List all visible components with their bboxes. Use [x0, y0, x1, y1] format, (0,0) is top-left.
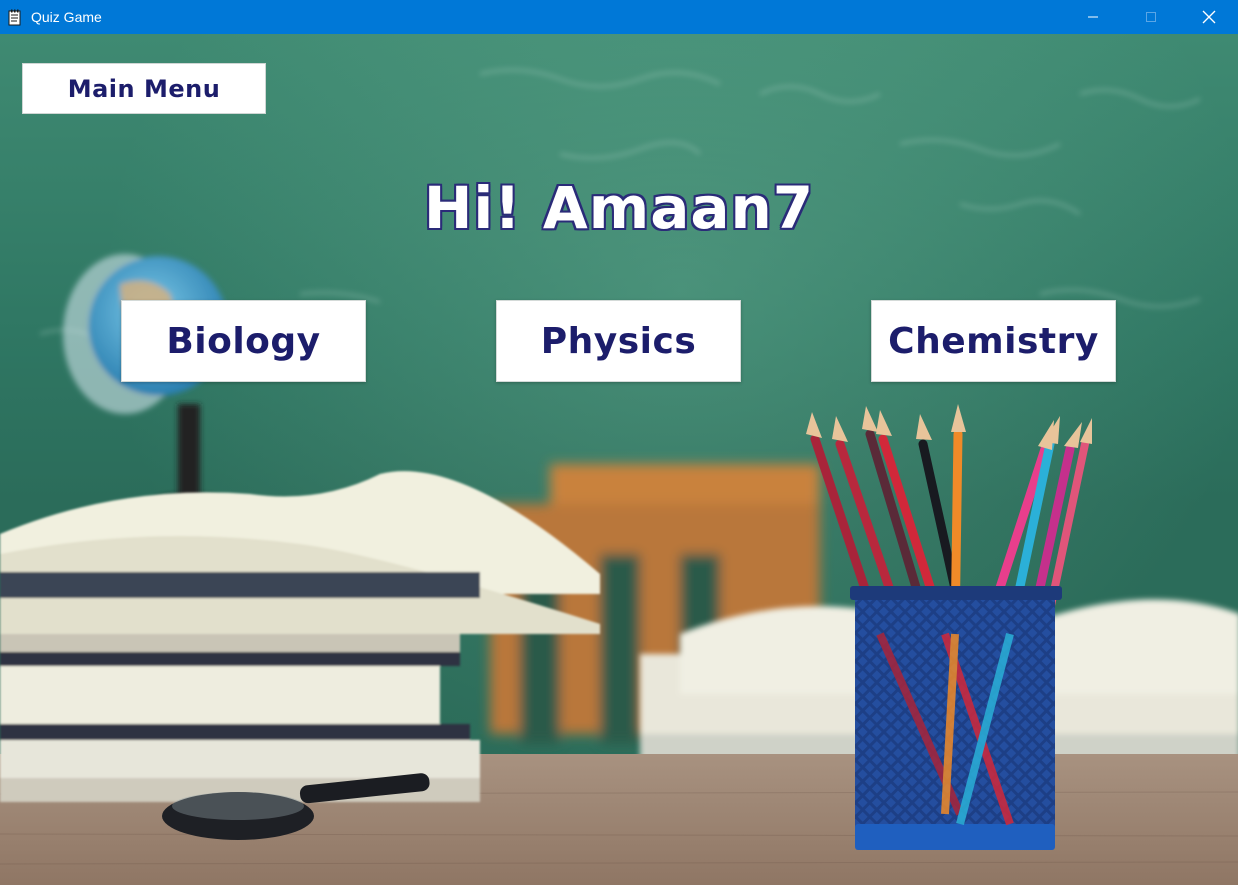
biology-button[interactable]: Biology: [121, 300, 366, 382]
window-title: Quiz Game: [31, 9, 102, 25]
window-controls: [1064, 0, 1238, 34]
close-icon: [1202, 10, 1216, 24]
greeting-heading: Hi! Amaan7: [423, 174, 815, 242]
maximize-button[interactable]: [1122, 0, 1180, 34]
minimize-icon: [1088, 16, 1098, 18]
minimize-button[interactable]: [1064, 0, 1122, 34]
main-menu-button[interactable]: Main Menu: [22, 63, 266, 114]
notepad-app-icon: [8, 9, 21, 25]
physics-button[interactable]: Physics: [496, 300, 741, 382]
maximize-icon: [1146, 12, 1156, 22]
quiz-game-window: Quiz Game Main Menu Hi! Amaan7 Biology P…: [0, 0, 1238, 885]
close-button[interactable]: [1180, 0, 1238, 34]
title-bar[interactable]: Quiz Game: [0, 0, 1238, 34]
classroom-illustration: [0, 68, 1238, 885]
chemistry-button[interactable]: Chemistry: [871, 300, 1116, 382]
classroom-background: Main Menu Hi! Amaan7 Biology Physics Che…: [0, 34, 1238, 885]
